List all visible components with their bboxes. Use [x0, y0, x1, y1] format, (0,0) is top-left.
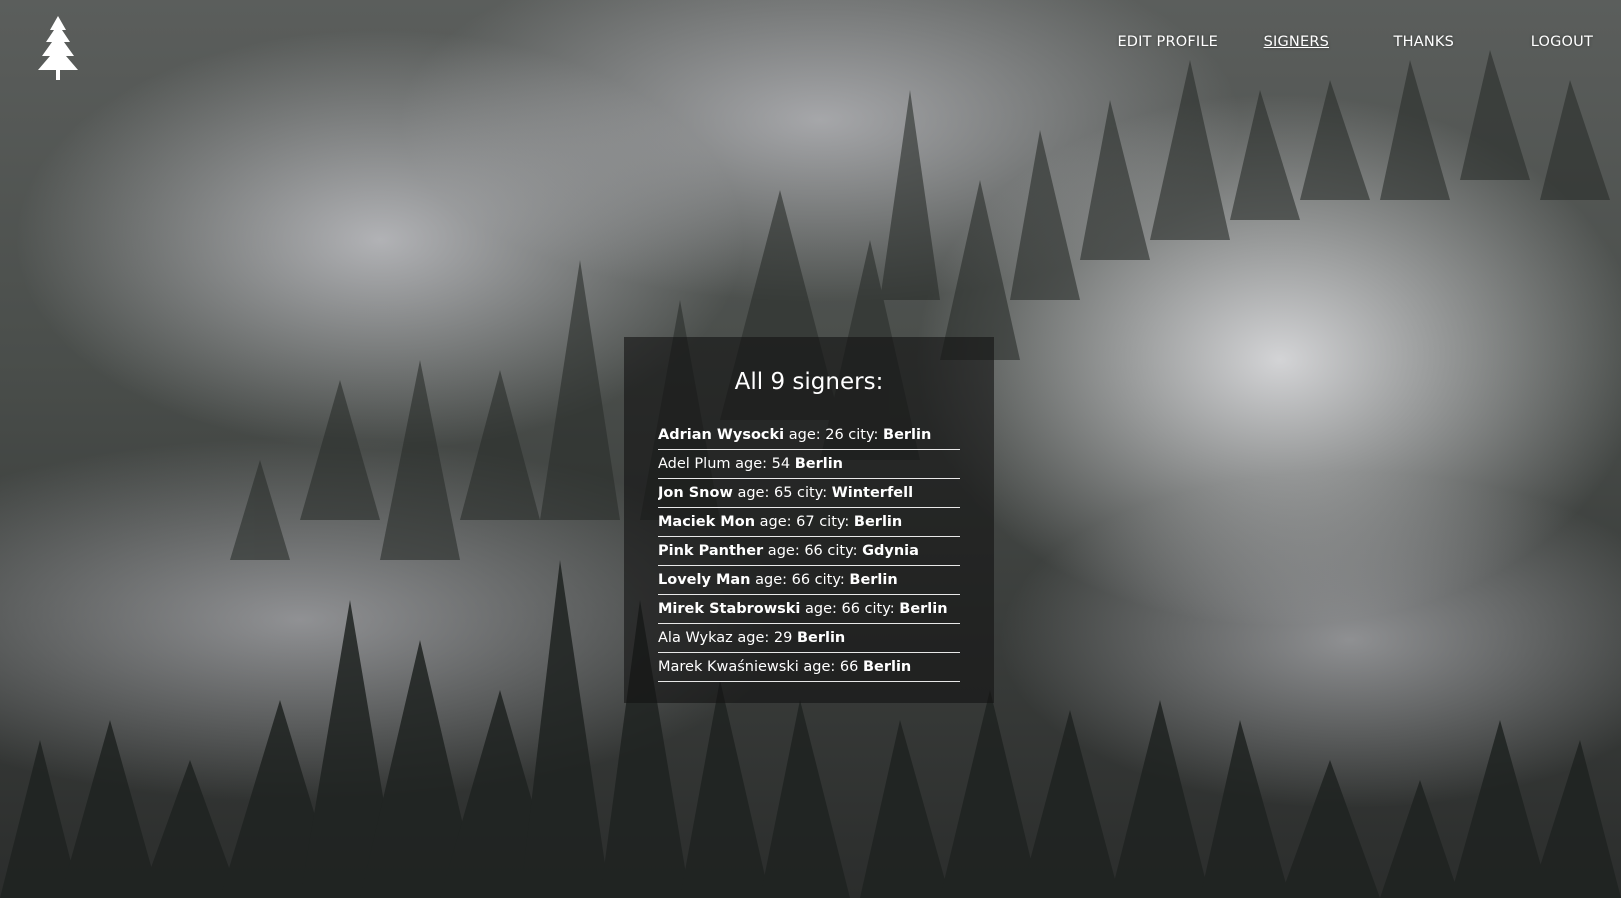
signer-row: Adel Plum age: 54 Berlin	[658, 450, 960, 479]
nav-edit-profile[interactable]: EDIT PROFILE	[1117, 34, 1218, 50]
signer-age: age: 29	[732, 630, 797, 646]
signer-city[interactable]: Berlin	[899, 601, 947, 617]
signer-age: age: 67 city:	[755, 514, 854, 530]
signer-name[interactable]: Pink Panther	[658, 543, 763, 559]
tree-logo-icon[interactable]	[34, 16, 82, 80]
signer-row: Mirek Stabrowski age: 66 city: Berlin	[658, 595, 960, 624]
signer-row: Jon Snow age: 65 city: Winterfell	[658, 479, 960, 508]
signer-age: age: 66 city:	[800, 601, 900, 617]
signer-city[interactable]: Gdynia	[862, 543, 919, 559]
signer-age: age: 66 city:	[763, 543, 863, 559]
signers-list: Adrian Wysocki age: 26 city: Berlin Adel…	[658, 421, 960, 682]
signer-name[interactable]: Jon Snow	[658, 485, 733, 501]
signer-row: Ala Wykaz age: 29 Berlin	[658, 624, 960, 653]
nav-logout[interactable]: LOGOUT	[1531, 34, 1593, 50]
signer-name[interactable]: Mirek Stabrowski	[658, 601, 800, 617]
signer-name[interactable]: Lovely Man	[658, 572, 751, 588]
signer-row: Lovely Man age: 66 city: Berlin	[658, 566, 960, 595]
signer-name[interactable]: Maciek Mon	[658, 514, 755, 530]
signer-age: age: 54	[730, 456, 795, 472]
signer-row: Pink Panther age: 66 city: Gdynia	[658, 537, 960, 566]
signer-row: Maciek Mon age: 67 city: Berlin	[658, 508, 960, 537]
signer-city[interactable]: Berlin	[854, 514, 902, 530]
signers-panel: All 9 signers: Adrian Wysocki age: 26 ci…	[624, 337, 994, 703]
signer-city[interactable]: Berlin	[863, 659, 911, 675]
signer-row: Adrian Wysocki age: 26 city: Berlin	[658, 421, 960, 450]
nav-signers[interactable]: SIGNERS	[1264, 34, 1329, 50]
signer-name: Adel Plum	[658, 456, 731, 472]
signer-city[interactable]: Berlin	[883, 427, 931, 443]
signer-age: age: 65 city:	[732, 485, 832, 501]
signer-city[interactable]: Berlin	[795, 456, 843, 472]
signer-name: Ala Wykaz	[658, 630, 733, 646]
signer-row: Marek Kwaśniewski age: 66 Berlin	[658, 653, 960, 682]
signers-title: All 9 signers:	[734, 369, 884, 395]
signer-age: age: 66 city:	[750, 572, 850, 588]
signer-city[interactable]: Winterfell	[832, 485, 913, 501]
signer-age: age: 66	[798, 659, 863, 675]
nav-thanks[interactable]: THANKS	[1394, 34, 1454, 50]
signer-city[interactable]: Berlin	[797, 630, 845, 646]
signer-age: age: 26 city:	[784, 427, 884, 443]
signer-name[interactable]: Adrian Wysocki	[658, 427, 784, 443]
signer-city[interactable]: Berlin	[849, 572, 897, 588]
signer-name: Marek Kwaśniewski	[658, 659, 799, 675]
